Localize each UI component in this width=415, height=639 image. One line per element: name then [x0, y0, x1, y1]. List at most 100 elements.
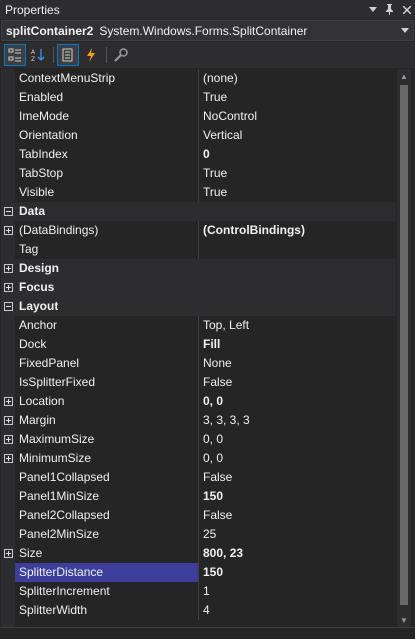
expand-icon[interactable] — [3, 282, 13, 292]
property-row[interactable]: Enabled True — [1, 87, 396, 107]
property-name: FixedPanel — [15, 353, 199, 373]
scrollbar-thumb[interactable] — [400, 85, 408, 605]
chevron-down-icon[interactable] — [397, 28, 413, 33]
property-value[interactable]: 0 — [199, 144, 396, 164]
property-value[interactable]: True — [199, 87, 396, 107]
expand-icon[interactable] — [3, 434, 13, 444]
category-row[interactable]: Data — [1, 201, 396, 221]
categorized-icon[interactable] — [4, 44, 26, 66]
property-row[interactable]: Orientation Vertical — [1, 125, 396, 145]
property-value[interactable]: 800, 23 — [199, 543, 396, 563]
property-row[interactable]: ContextMenuStrip (none) — [1, 69, 396, 88]
property-value[interactable]: Top, Left — [199, 315, 396, 335]
property-value[interactable]: 0, 0 — [199, 391, 396, 411]
property-row[interactable]: FixedPanel None — [1, 353, 396, 373]
property-name: Visible — [15, 182, 199, 202]
object-name: splitContainer2 — [6, 23, 94, 38]
expand-icon[interactable] — [3, 548, 13, 558]
property-row[interactable]: IsSplitterFixed False — [1, 372, 396, 392]
object-selector[interactable]: splitContainer2 System.Windows.Forms.Spl… — [1, 20, 414, 41]
property-value[interactable]: Fill — [199, 334, 396, 354]
property-value[interactable]: (ControlBindings) — [199, 220, 396, 240]
property-row[interactable]: (DataBindings) (ControlBindings) — [1, 220, 396, 240]
collapse-icon[interactable] — [3, 301, 13, 311]
property-row[interactable]: Panel2Collapsed False — [1, 505, 396, 525]
row-gutter — [1, 183, 15, 202]
category-row[interactable]: Design — [1, 258, 396, 278]
property-row[interactable]: SplitterDistance 150 — [1, 562, 396, 582]
property-value[interactable]: 25 — [199, 524, 396, 544]
property-name: Tag — [15, 239, 199, 259]
property-row[interactable]: Tag — [1, 239, 396, 259]
alphabetical-icon[interactable]: A Z — [27, 44, 49, 66]
property-value[interactable]: True — [199, 182, 396, 202]
property-value[interactable]: 0, 0 — [199, 429, 396, 449]
property-name: ImeMode — [15, 106, 199, 126]
events-icon[interactable] — [80, 44, 102, 66]
property-row[interactable]: TabStop True — [1, 163, 396, 183]
property-row[interactable]: ImeMode NoControl — [1, 106, 396, 126]
property-name: Panel1MinSize — [15, 486, 199, 506]
property-row[interactable]: Location 0, 0 — [1, 391, 396, 411]
property-row[interactable]: MinimumSize 0, 0 — [1, 448, 396, 468]
property-row[interactable]: Panel2MinSize 25 — [1, 524, 396, 544]
property-value[interactable]: 150 — [199, 486, 396, 506]
row-gutter — [1, 221, 15, 240]
property-row[interactable]: Visible True — [1, 182, 396, 202]
property-row[interactable]: SplitterIncrement 1 — [1, 581, 396, 601]
row-gutter — [1, 544, 15, 563]
property-row[interactable]: TabIndex 0 — [1, 144, 396, 164]
row-gutter — [1, 201, 15, 221]
row-gutter — [1, 316, 15, 335]
property-value[interactable]: 150 — [199, 562, 396, 582]
property-name: ContextMenuStrip — [15, 69, 199, 88]
collapse-icon[interactable] — [3, 206, 13, 216]
description-pane — [0, 627, 415, 639]
category-row[interactable]: Focus — [1, 277, 396, 297]
property-row[interactable]: MaximumSize 0, 0 — [1, 429, 396, 449]
expand-icon[interactable] — [3, 396, 13, 406]
row-gutter — [1, 107, 15, 126]
property-row[interactable]: Anchor Top, Left — [1, 315, 396, 335]
property-row[interactable]: Panel1Collapsed False — [1, 467, 396, 487]
property-name: SplitterDistance — [15, 562, 199, 582]
property-value[interactable] — [199, 239, 396, 259]
property-value[interactable]: False — [199, 505, 396, 525]
property-value[interactable]: False — [199, 467, 396, 487]
expand-icon[interactable] — [3, 453, 13, 463]
property-row[interactable]: Dock Fill — [1, 334, 396, 354]
property-value[interactable]: 1 — [199, 581, 396, 601]
property-pages-icon[interactable] — [110, 44, 132, 66]
property-value[interactable]: 4 — [199, 600, 396, 620]
property-name: (DataBindings) — [15, 220, 199, 240]
property-name: Panel2MinSize — [15, 524, 199, 544]
property-name: IsSplitterFixed — [15, 372, 199, 392]
category-row[interactable]: Layout — [1, 296, 396, 316]
expand-icon[interactable] — [3, 225, 13, 235]
scroll-down-icon[interactable]: ▼ — [397, 613, 411, 627]
row-gutter — [1, 468, 15, 487]
property-value[interactable]: (none) — [199, 69, 396, 88]
expand-icon[interactable] — [3, 415, 13, 425]
close-icon[interactable] — [398, 0, 415, 19]
property-name: Panel2Collapsed — [15, 505, 199, 525]
toolbar-separator — [106, 47, 107, 63]
pin-icon[interactable] — [381, 0, 398, 19]
property-value[interactable]: 3, 3, 3, 3 — [199, 410, 396, 430]
property-value[interactable]: 0, 0 — [199, 448, 396, 468]
property-value[interactable]: True — [199, 163, 396, 183]
dropdown-arrow-icon[interactable] — [364, 0, 381, 19]
property-row[interactable]: Panel1MinSize 150 — [1, 486, 396, 506]
property-value[interactable]: Vertical — [199, 125, 396, 145]
properties-icon[interactable] — [57, 44, 79, 66]
property-value[interactable]: False — [199, 372, 396, 392]
property-row[interactable]: SplitterWidth 4 — [1, 600, 396, 620]
property-row[interactable]: Size 800, 23 — [1, 543, 396, 563]
scroll-up-icon[interactable]: ▲ — [397, 69, 411, 83]
property-value[interactable]: None — [199, 353, 396, 373]
property-value[interactable]: NoControl — [199, 106, 396, 126]
expand-icon[interactable] — [3, 263, 13, 273]
vertical-scrollbar[interactable]: ▲ ▼ — [397, 69, 411, 627]
row-gutter — [1, 525, 15, 544]
property-row[interactable]: Margin 3, 3, 3, 3 — [1, 410, 396, 430]
